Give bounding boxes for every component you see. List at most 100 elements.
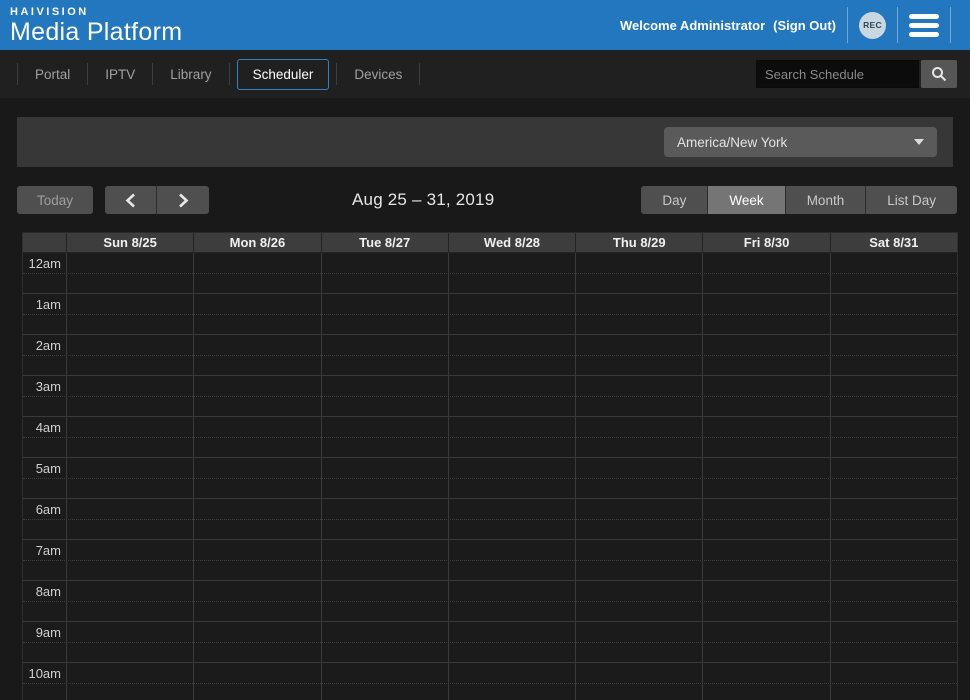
calendar-slot[interactable]: [67, 581, 194, 621]
calendar-slot[interactable]: [703, 253, 830, 293]
today-button[interactable]: Today: [17, 186, 93, 214]
calendar-slot[interactable]: [576, 663, 703, 700]
calendar-slot[interactable]: [703, 335, 830, 375]
calendar-slot[interactable]: [831, 663, 957, 700]
calendar-slot[interactable]: [322, 540, 449, 580]
menu-icon[interactable]: [909, 14, 939, 37]
calendar-slot[interactable]: [703, 458, 830, 498]
calendar-slot[interactable]: [194, 417, 321, 457]
calendar-slot[interactable]: [67, 499, 194, 539]
calendar-slot[interactable]: [703, 294, 830, 334]
nav-tab-scheduler[interactable]: Scheduler: [237, 59, 330, 90]
calendar-slot[interactable]: [67, 335, 194, 375]
calendar-slot[interactable]: [703, 663, 830, 700]
calendar-slot[interactable]: [831, 581, 957, 621]
view-button-list-day[interactable]: List Day: [866, 186, 957, 214]
calendar-slot[interactable]: [449, 253, 576, 293]
calendar-slot[interactable]: [322, 335, 449, 375]
calendar-slot[interactable]: [449, 581, 576, 621]
calendar-slot[interactable]: [576, 294, 703, 334]
calendar-slot[interactable]: [67, 417, 194, 457]
calendar-slot[interactable]: [67, 540, 194, 580]
nav-tab-iptv[interactable]: IPTV: [88, 60, 152, 89]
view-button-day[interactable]: Day: [641, 186, 708, 214]
calendar-slot[interactable]: [831, 376, 957, 416]
calendar-slot[interactable]: [322, 294, 449, 334]
calendar-slot[interactable]: [449, 294, 576, 334]
chevron-left-icon: [125, 193, 136, 208]
schedule-search: [756, 60, 957, 88]
calendar-slot[interactable]: [194, 335, 321, 375]
calendar-slot[interactable]: [194, 376, 321, 416]
calendar-slot[interactable]: [576, 335, 703, 375]
search-button[interactable]: [921, 60, 957, 88]
calendar-slot[interactable]: [322, 253, 449, 293]
calendar-slot[interactable]: [703, 622, 830, 662]
chevron-right-icon: [178, 193, 189, 208]
search-input[interactable]: [756, 60, 919, 88]
calendar-slot[interactable]: [449, 335, 576, 375]
calendar-slot[interactable]: [576, 622, 703, 662]
calendar-slot[interactable]: [194, 663, 321, 700]
calendar-slot[interactable]: [449, 622, 576, 662]
calendar-slot[interactable]: [576, 540, 703, 580]
calendar-slot[interactable]: [449, 458, 576, 498]
time-label: 10am: [23, 663, 67, 700]
calendar-slot[interactable]: [449, 376, 576, 416]
view-button-week[interactable]: Week: [708, 186, 785, 214]
sign-out-link[interactable]: (Sign Out): [773, 18, 836, 33]
view-button-month[interactable]: Month: [786, 186, 867, 214]
nav-tab-library[interactable]: Library: [153, 60, 228, 89]
calendar-slot[interactable]: [194, 581, 321, 621]
nav-tabs: PortalIPTVLibrary SchedulerDevices: [17, 59, 420, 90]
calendar-slot[interactable]: [831, 253, 957, 293]
calendar-slot[interactable]: [67, 458, 194, 498]
rec-badge[interactable]: REC: [859, 12, 886, 39]
nav-tab-portal[interactable]: Portal: [18, 60, 87, 89]
calendar-slot[interactable]: [194, 253, 321, 293]
calendar-slot[interactable]: [449, 663, 576, 700]
calendar-slot[interactable]: [194, 622, 321, 662]
calendar-slot[interactable]: [322, 663, 449, 700]
calendar-slot[interactable]: [449, 417, 576, 457]
calendar-slot[interactable]: [703, 581, 830, 621]
calendar-slot[interactable]: [576, 499, 703, 539]
calendar-slot[interactable]: [831, 540, 957, 580]
timezone-dropdown[interactable]: America/New York: [664, 127, 937, 157]
next-week-button[interactable]: [157, 186, 209, 214]
calendar-slot[interactable]: [703, 417, 830, 457]
calendar-slot[interactable]: [67, 294, 194, 334]
calendar-slot[interactable]: [322, 417, 449, 457]
calendar-slot[interactable]: [322, 458, 449, 498]
calendar-slot[interactable]: [322, 622, 449, 662]
calendar-slot[interactable]: [831, 294, 957, 334]
calendar-slot[interactable]: [194, 458, 321, 498]
calendar-slot[interactable]: [322, 499, 449, 539]
prev-week-button[interactable]: [105, 186, 157, 214]
calendar-slot[interactable]: [703, 499, 830, 539]
calendar-slot[interactable]: [67, 663, 194, 700]
nav-tab-devices[interactable]: Devices: [337, 60, 419, 89]
calendar-slot[interactable]: [194, 499, 321, 539]
calendar-slot[interactable]: [194, 540, 321, 580]
calendar-slot[interactable]: [449, 499, 576, 539]
calendar-slot[interactable]: [576, 581, 703, 621]
calendar-slot[interactable]: [322, 581, 449, 621]
calendar-slot[interactable]: [703, 376, 830, 416]
calendar-slot[interactable]: [449, 540, 576, 580]
calendar-slot[interactable]: [322, 376, 449, 416]
calendar-slot[interactable]: [67, 253, 194, 293]
calendar-slot[interactable]: [831, 622, 957, 662]
calendar-slot[interactable]: [576, 417, 703, 457]
calendar-slot[interactable]: [831, 458, 957, 498]
calendar-slot[interactable]: [67, 376, 194, 416]
calendar-slot[interactable]: [576, 376, 703, 416]
calendar-slot[interactable]: [831, 417, 957, 457]
calendar-slot[interactable]: [703, 540, 830, 580]
calendar-slot[interactable]: [194, 294, 321, 334]
calendar-slot[interactable]: [831, 335, 957, 375]
calendar-slot[interactable]: [831, 499, 957, 539]
calendar-slot[interactable]: [576, 458, 703, 498]
calendar-slot[interactable]: [67, 622, 194, 662]
calendar-slot[interactable]: [576, 253, 703, 293]
